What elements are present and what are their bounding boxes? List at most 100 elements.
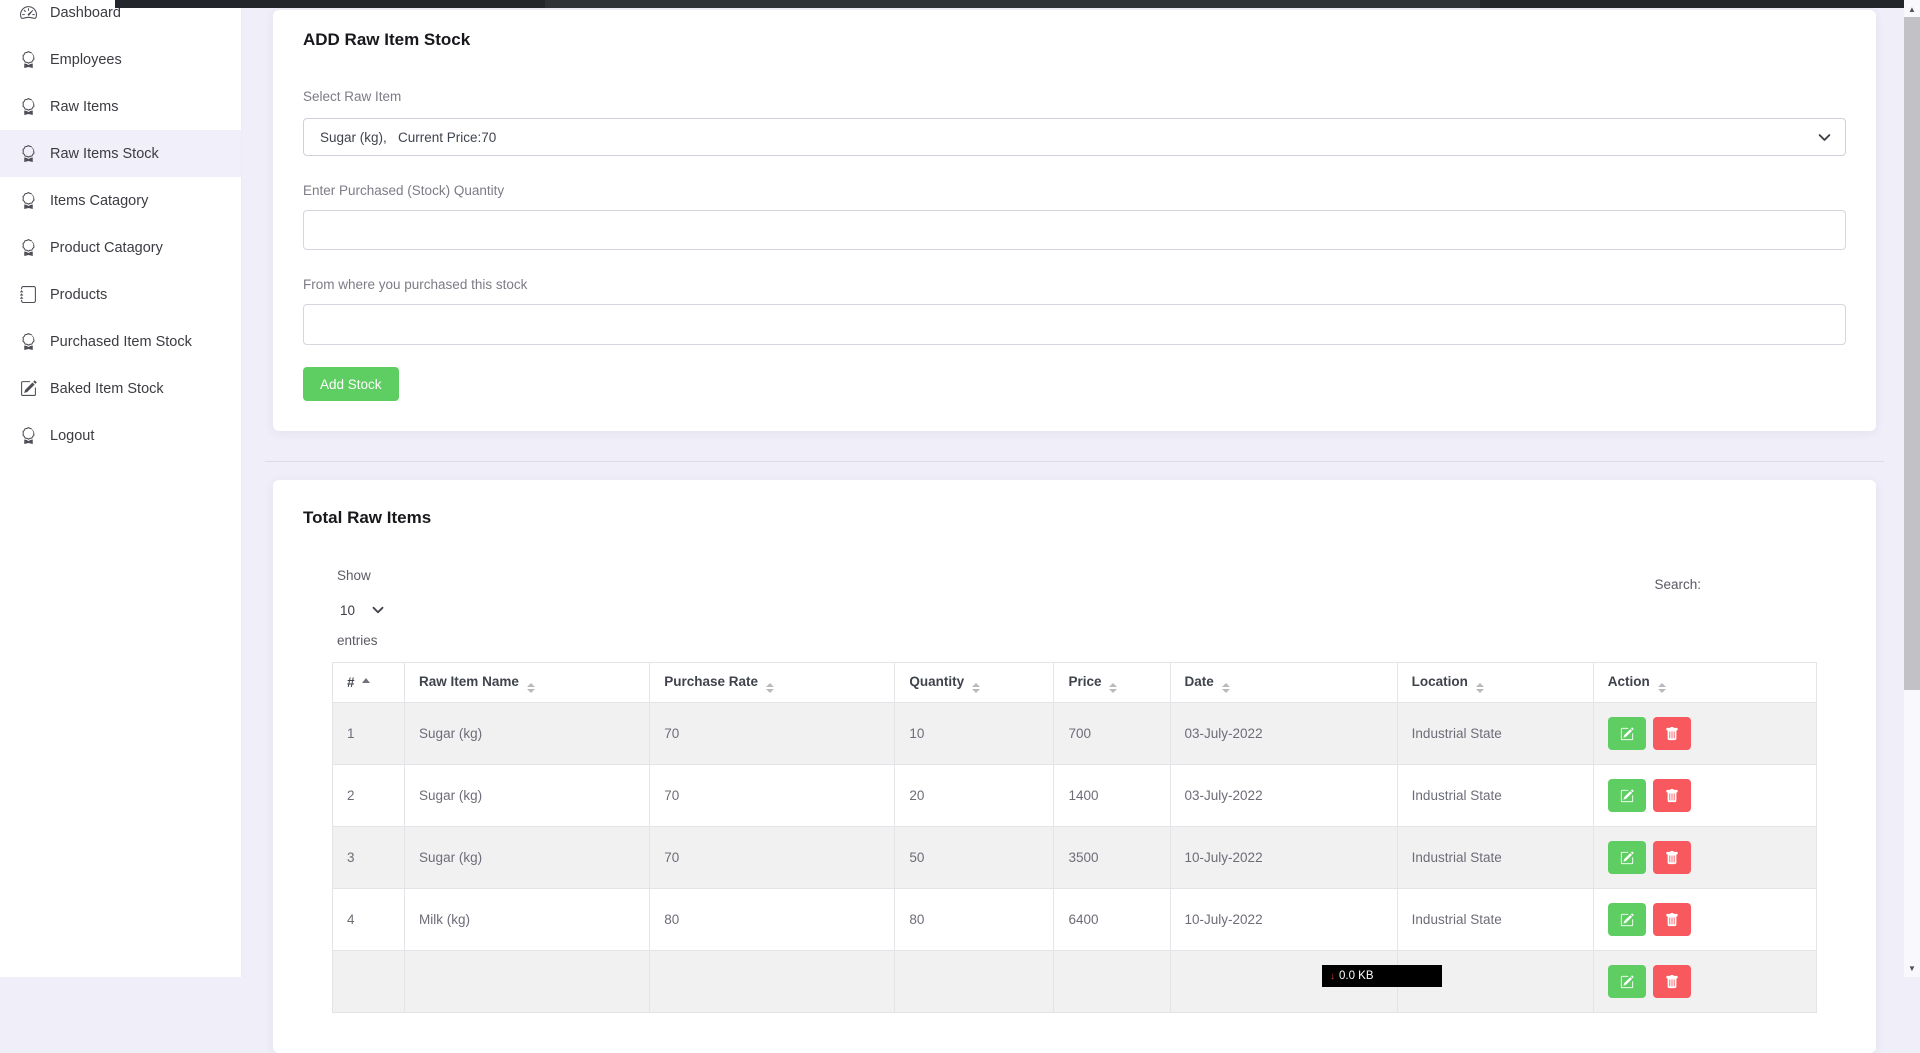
cell-action — [1593, 951, 1816, 1013]
sidebar-item-items-catagory[interactable]: Items Catagory — [0, 177, 241, 224]
sidebar-item-label: Product Catagory — [50, 240, 163, 256]
cell-num — [333, 951, 405, 1013]
page-length-value: 10 — [340, 603, 355, 618]
cell-date: 10-July-2022 — [1170, 827, 1397, 889]
sidebar-item-label: Dashboard — [50, 5, 121, 21]
sidebar-item-label: Raw Items Stock — [50, 146, 159, 162]
cell-action — [1593, 889, 1816, 951]
cell-price: 700 — [1054, 703, 1170, 765]
cell-qty: 10 — [895, 703, 1054, 765]
delete-button[interactable] — [1653, 965, 1691, 998]
delete-button[interactable] — [1653, 903, 1691, 936]
sidebar-item-label: Purchased Item Stock — [50, 334, 192, 350]
cell-name: Sugar (kg) — [405, 703, 650, 765]
delete-button[interactable] — [1653, 841, 1691, 874]
search-input[interactable] — [1705, 570, 1817, 598]
cell-price — [1054, 951, 1170, 1013]
cell-num: 3 — [333, 827, 405, 889]
column-header-raw-item-name[interactable]: Raw Item Name — [405, 663, 650, 703]
search-label: Search: — [1654, 577, 1701, 592]
cell-price: 6400 — [1054, 889, 1170, 951]
sidebar-item-label: Products — [50, 287, 107, 303]
delete-button[interactable] — [1653, 779, 1691, 812]
chevron-down-icon — [1818, 131, 1831, 144]
pencil-square-icon — [1620, 913, 1634, 927]
vertical-scrollbar: ▲ ▼ — [1904, 0, 1920, 977]
edit-button[interactable] — [1608, 779, 1646, 812]
cell-num: 1 — [333, 703, 405, 765]
award-icon — [20, 239, 37, 256]
cell-name: Sugar (kg) — [405, 827, 650, 889]
raw-item-select[interactable]: Sugar (kg), Current Price:70 — [303, 118, 1846, 156]
award-icon — [20, 145, 37, 162]
cell-qty: 50 — [895, 827, 1054, 889]
sort-icon — [1658, 683, 1666, 693]
column-header-purchase-rate[interactable]: Purchase Rate — [650, 663, 895, 703]
sidebar-item-raw-items[interactable]: Raw Items — [0, 83, 241, 130]
add-raw-item-stock-card: ADD Raw Item Stock Select Raw Item Sugar… — [273, 10, 1876, 431]
trash-icon — [1665, 789, 1679, 803]
scroll-down-arrow-icon[interactable]: ▼ — [1904, 960, 1920, 976]
sidebar-nav: Dashboard Employees Raw Items Raw Items … — [0, 0, 241, 459]
cell-date: 03-July-2022 — [1170, 765, 1397, 827]
table-row: 1 Sugar (kg) 70 10 700 03-July-2022 Indu… — [333, 703, 1817, 765]
sort-icon — [972, 683, 980, 693]
sidebar-item-products[interactable]: Products — [0, 271, 241, 318]
column-header-date[interactable]: Date — [1170, 663, 1397, 703]
sidebar-item-product-catagory[interactable]: Product Catagory — [0, 224, 241, 271]
cell-name: Milk (kg) — [405, 889, 650, 951]
delete-button[interactable] — [1653, 717, 1691, 750]
sidebar-item-baked-item-stock[interactable]: Baked Item Stock — [0, 365, 241, 412]
edit-button[interactable] — [1608, 903, 1646, 936]
select-raw-item-label: Select Raw Item — [303, 88, 1846, 106]
sidebar-item-label: Raw Items — [50, 99, 119, 115]
sidebar-item-employees[interactable]: Employees — [0, 36, 241, 83]
cell-rate: 70 — [650, 703, 895, 765]
column-header-num[interactable]: # — [333, 663, 405, 703]
cell-rate: 80 — [650, 889, 895, 951]
sort-asc-icon — [362, 678, 370, 683]
entries-label: entries — [337, 632, 1817, 650]
show-label: Show — [337, 567, 1817, 585]
sidebar-item-logout[interactable]: Logout — [0, 412, 241, 459]
table-row: 4 Milk (kg) 80 80 6400 10-July-2022 Indu… — [333, 889, 1817, 951]
page-title: ADD Raw Item Stock — [303, 28, 1846, 52]
cell-location: Industrial State — [1397, 703, 1593, 765]
page-length-select[interactable]: 10 — [340, 596, 1817, 624]
scrollbar-thumb[interactable] — [1904, 17, 1920, 690]
sidebar-item-label: Items Catagory — [50, 193, 148, 209]
award-icon — [20, 427, 37, 444]
award-icon — [20, 333, 37, 350]
table-header-row: # Raw Item Name Purchase Rate Quantity P… — [333, 663, 1817, 703]
edit-button[interactable] — [1608, 717, 1646, 750]
cell-location: Industrial State — [1397, 827, 1593, 889]
column-header-price[interactable]: Price — [1054, 663, 1170, 703]
sidebar-item-purchased-item-stock[interactable]: Purchased Item Stock — [0, 318, 241, 365]
quantity-label: Enter Purchased (Stock) Quantity — [303, 182, 1846, 200]
column-header-location[interactable]: Location — [1397, 663, 1593, 703]
table-row: 2 Sugar (kg) 70 20 1400 03-July-2022 Ind… — [333, 765, 1817, 827]
table-row: 3 Sugar (kg) 70 50 3500 10-July-2022 Ind… — [333, 827, 1817, 889]
column-header-action[interactable]: Action — [1593, 663, 1816, 703]
cell-action — [1593, 827, 1816, 889]
award-icon — [20, 51, 37, 68]
add-stock-button[interactable]: Add Stock — [303, 367, 399, 401]
quantity-input[interactable] — [303, 210, 1846, 250]
cell-price: 3500 — [1054, 827, 1170, 889]
purchase-source-input[interactable] — [303, 304, 1846, 345]
datatable-wrapper: Show 10 entries Search: # — [273, 567, 1876, 1013]
edit-button[interactable] — [1608, 841, 1646, 874]
sort-icon — [1109, 683, 1117, 693]
edit-button[interactable] — [1608, 965, 1646, 998]
network-speed-value: 0.0 KB — [1339, 970, 1374, 982]
cell-action — [1593, 765, 1816, 827]
total-raw-items-card: Total Raw Items Show 10 entries Search: — [273, 480, 1876, 1053]
raw-item-selected-value: Sugar (kg), Current Price:70 — [320, 130, 496, 145]
scroll-up-arrow-icon[interactable]: ▲ — [1904, 1, 1920, 17]
sidebar-item-raw-items-stock[interactable]: Raw Items Stock — [0, 130, 241, 177]
cell-action — [1593, 703, 1816, 765]
sort-icon — [1476, 683, 1484, 693]
column-header-quantity[interactable]: Quantity — [895, 663, 1054, 703]
trash-icon — [1665, 727, 1679, 741]
speedometer-icon — [20, 4, 37, 21]
